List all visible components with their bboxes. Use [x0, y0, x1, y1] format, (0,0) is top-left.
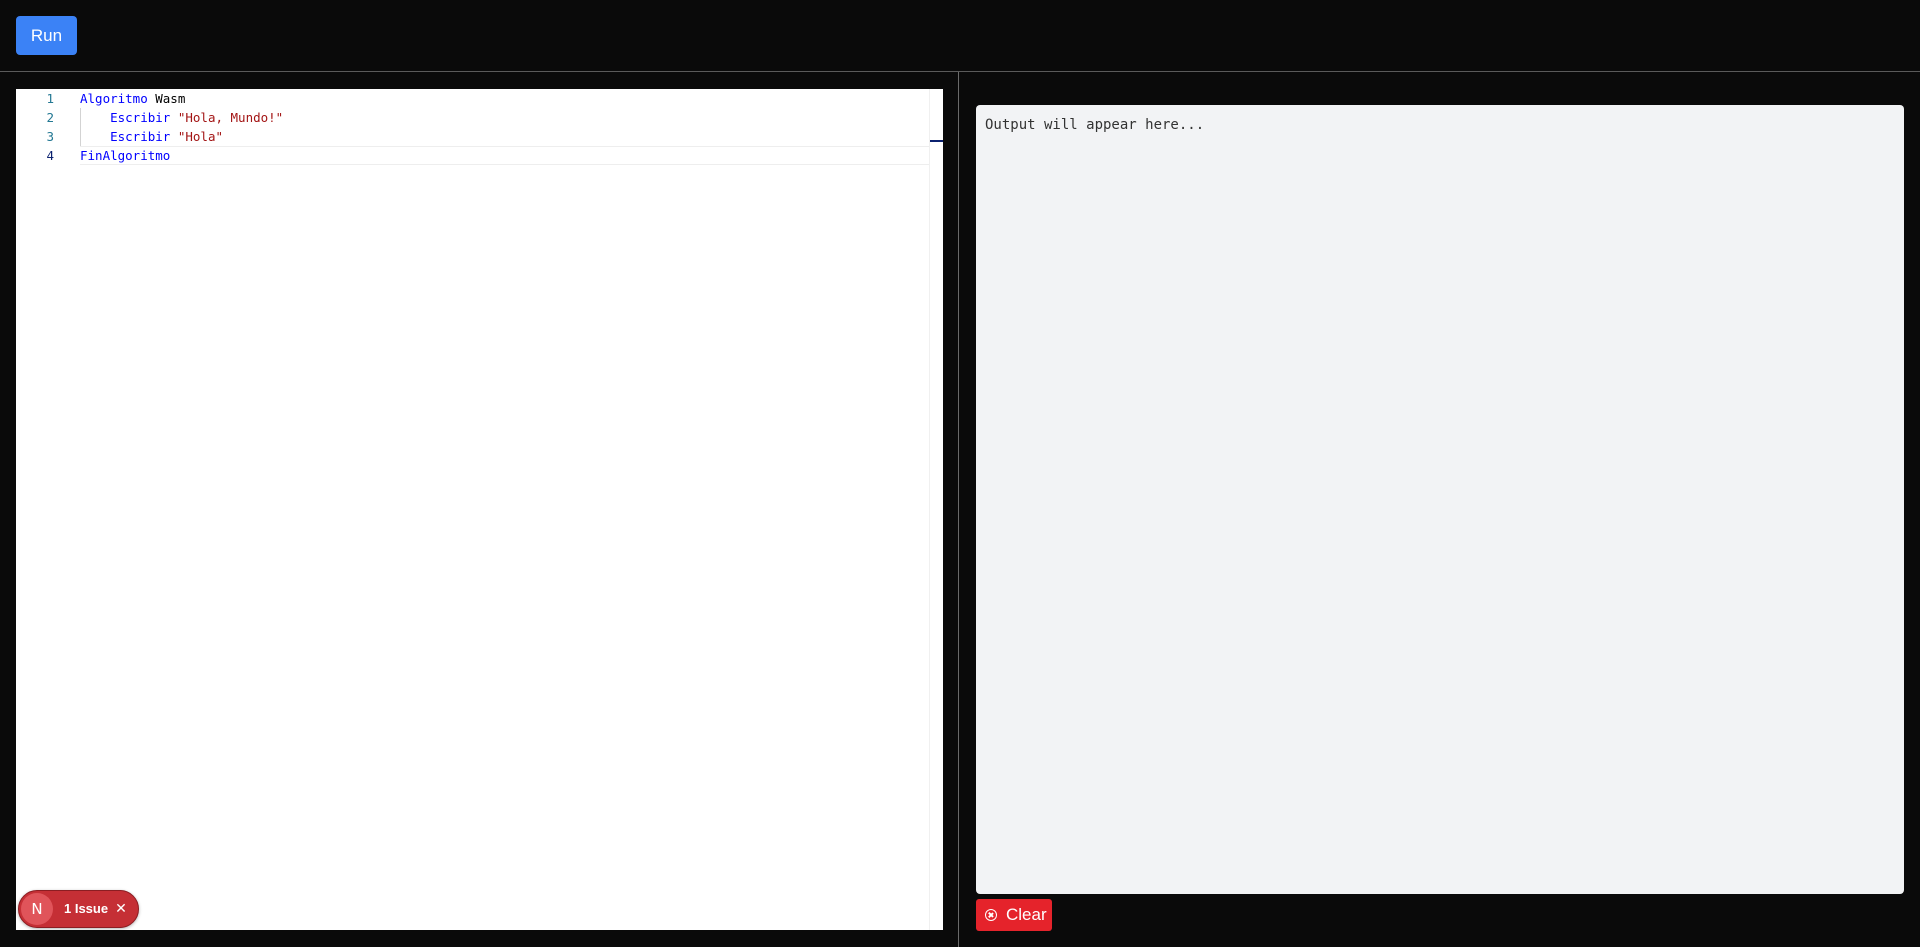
code-token: "Hola"	[170, 129, 223, 144]
line-number: 4	[46, 148, 54, 163]
issue-badge[interactable]: N 1 Issue ✕	[18, 890, 139, 928]
line-number: 2	[46, 110, 54, 125]
nextjs-logo-icon[interactable]: N	[21, 893, 53, 925]
top-toolbar: Run	[0, 0, 1920, 72]
panel-divider[interactable]	[958, 72, 959, 947]
code-token: Algoritmo	[80, 91, 148, 106]
clear-button-label: Clear	[1006, 905, 1047, 924]
line-number: 1	[46, 91, 54, 106]
output-panel: Output will appear here...	[976, 105, 1904, 894]
current-line-highlight	[80, 146, 943, 165]
code-token: Escribir	[80, 110, 171, 125]
editor-scrollbar[interactable]	[929, 89, 943, 930]
line-number-gutter: 1 2 3 4	[16, 89, 80, 930]
run-button[interactable]: Run	[16, 16, 77, 55]
output-placeholder: Output will appear here...	[985, 117, 1205, 133]
code-token: "Hola, Mundo!"	[170, 110, 284, 125]
code-line[interactable]: Escribir "Hola"	[80, 127, 223, 146]
cursor-overview-marker	[930, 140, 943, 142]
code-line[interactable]: Escribir "Hola, Mundo!"	[80, 108, 283, 127]
code-line[interactable]: FinAlgoritmo	[80, 146, 170, 165]
close-circle-icon	[985, 909, 997, 921]
close-icon[interactable]: ✕	[112, 891, 130, 927]
code-token: Escribir	[80, 129, 171, 144]
code-token: Wasm	[147, 91, 186, 106]
code-editor[interactable]: 1 2 3 4 Algoritmo Wasm Escribir "Hola, M…	[16, 89, 943, 930]
line-number: 3	[46, 129, 54, 144]
issue-count-label[interactable]: 1 Issue	[64, 891, 108, 927]
clear-button[interactable]: Clear	[976, 899, 1052, 931]
code-line[interactable]: Algoritmo Wasm	[80, 89, 185, 108]
code-token: FinAlgoritmo	[80, 148, 171, 163]
